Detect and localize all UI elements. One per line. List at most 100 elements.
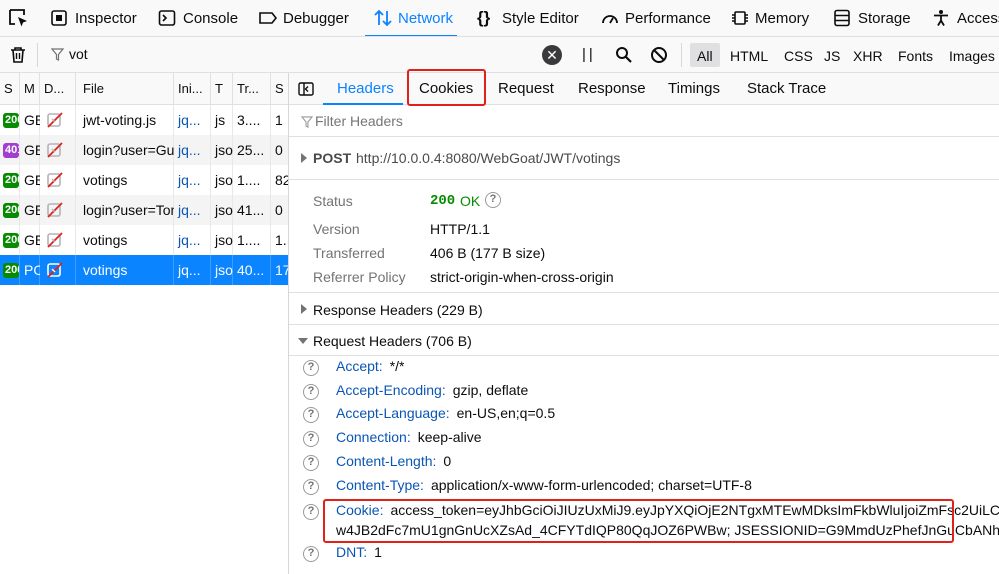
tab-request[interactable]: Request	[498, 73, 554, 105]
filter-headers-bar	[289, 105, 999, 137]
cell-divider	[75, 195, 76, 225]
network-icon	[373, 9, 392, 27]
request-row[interactable]: 401 GET login?user=Guestjq... json25... 0	[0, 135, 288, 165]
type-filter-css[interactable]: CSS	[784, 48, 813, 64]
request-initiator: jq...	[178, 112, 201, 128]
tab-label: Console	[183, 9, 239, 27]
tab-label: Debugger	[283, 9, 349, 27]
type-filter-images[interactable]: Images	[949, 48, 995, 64]
column-header-type[interactable]: T	[211, 73, 233, 105]
tab-network[interactable]: Network	[364, 0, 458, 36]
header-name: Accept-Language:	[336, 405, 450, 421]
filter-url-input[interactable]: vot	[69, 46, 88, 62]
network-filter-bar: vot ✕ || All HTML CSS JS XHR Fonts Image…	[0, 37, 999, 73]
type-filter-fonts[interactable]: Fonts	[898, 48, 933, 64]
status-badge: 200	[3, 263, 19, 278]
request-headers-section[interactable]: Request Headers (706 B)	[289, 325, 999, 356]
request-row[interactable]: 200 GET votings jq... json1.... 82	[0, 165, 288, 195]
request-file: votings	[83, 172, 128, 188]
summary-value-version: HTTP/1.1	[430, 221, 490, 237]
request-url-row: POST http://10.0.0.4:8080/WebGoat/JWT/vo…	[289, 137, 999, 179]
clear-filter-icon[interactable]: ✕	[542, 45, 562, 65]
tab-headers[interactable]: Headers	[337, 73, 394, 105]
detail-tabs-bar: Headers Cookies Request Response Timings…	[289, 69, 999, 106]
request-transferred: 40...	[237, 262, 265, 278]
tab-debugger[interactable]: Debugger	[258, 0, 349, 36]
filter-headers-input[interactable]	[315, 111, 715, 131]
expand-arrow-icon[interactable]	[301, 304, 307, 314]
element-picker-icon[interactable]	[6, 6, 32, 32]
request-header-row: Content-Length: 0	[336, 453, 999, 469]
trash-icon[interactable]	[9, 46, 27, 69]
type-filter-all[interactable]: All	[697, 48, 713, 64]
header-value: gzip, deflate	[452, 382, 529, 398]
column-header-status[interactable]: S	[0, 73, 20, 105]
tracking-protection-icon	[46, 141, 66, 162]
toggle-sidebar-icon[interactable]	[298, 82, 314, 101]
request-row[interactable]: 200 GET login?user=Tomjq... json41... 0	[0, 195, 288, 225]
column-header-initiator[interactable]: Ini...	[174, 73, 211, 105]
tab-accessibility[interactable]: Accessibility	[932, 0, 999, 36]
tab-inspector[interactable]: Inspector	[50, 0, 137, 36]
style-editor-icon: {}	[477, 8, 491, 27]
type-filter-xhr[interactable]: XHR	[853, 48, 883, 64]
header-help-icon[interactable]: ?	[303, 431, 319, 447]
request-type: json	[215, 172, 233, 188]
request-method: GET	[24, 172, 40, 188]
header-help-icon[interactable]: ?	[303, 384, 319, 400]
tab-label: Performance	[625, 9, 711, 27]
request-size: 0	[275, 202, 283, 218]
status-text: OK	[460, 193, 481, 209]
column-header-size[interactable]: S	[271, 73, 288, 105]
type-filter-js[interactable]: JS	[824, 48, 840, 64]
storage-icon	[833, 9, 851, 27]
search-icon[interactable]	[615, 46, 633, 69]
request-file: login?user=Guest	[83, 142, 174, 158]
header-help-icon[interactable]: ?	[303, 504, 319, 520]
request-method: POST	[24, 262, 40, 278]
tab-style-editor[interactable]: {} Style Editor	[477, 0, 579, 36]
tab-cookies[interactable]: Cookies	[419, 73, 473, 105]
header-value: keep-alive	[417, 429, 482, 445]
column-header-file[interactable]: File	[76, 73, 174, 105]
summary-value-referrer-policy: strict-origin-when-cross-origin	[430, 269, 614, 285]
request-row[interactable]: 200 GET jwt-voting.js jq... js 3.... 1	[0, 105, 288, 135]
request-row[interactable]: 200 POST votings jq... json40... 17	[0, 255, 288, 285]
tab-performance[interactable]: Performance	[600, 0, 711, 36]
header-help-icon[interactable]: ?	[303, 546, 319, 562]
summary-label-referrer-policy: Referrer Policy	[313, 269, 406, 285]
request-type: json	[215, 202, 233, 218]
request-method: GET	[24, 232, 40, 248]
tab-console[interactable]: Console	[158, 0, 238, 36]
type-filter-html[interactable]: HTML	[730, 48, 768, 64]
column-header-transferred[interactable]: Tr...	[233, 73, 271, 105]
block-icon[interactable]	[650, 46, 668, 69]
header-help-icon[interactable]: ?	[303, 360, 319, 376]
memory-icon	[730, 9, 748, 27]
cell-divider	[75, 255, 76, 285]
column-header-method[interactable]: M	[20, 73, 40, 105]
tab-stack-trace[interactable]: Stack Trace	[747, 73, 826, 105]
column-header-domain[interactable]: D...	[40, 73, 76, 105]
header-help-icon[interactable]: ?	[303, 479, 319, 495]
tab-timings[interactable]: Timings	[668, 73, 720, 105]
header-name: Accept-Encoding:	[336, 382, 446, 398]
request-transferred: 41...	[237, 202, 265, 218]
tab-memory[interactable]: Memory	[730, 0, 809, 36]
request-row[interactable]: 200 GET votings jq... json1.... 1.	[0, 225, 288, 255]
tab-response[interactable]: Response	[578, 73, 646, 105]
header-help-icon[interactable]: ?	[303, 455, 319, 471]
status-badge: 401	[3, 143, 19, 158]
pause-icon[interactable]: ||	[582, 46, 596, 63]
request-type: json	[215, 232, 233, 248]
status-code: 200	[430, 193, 456, 209]
expand-arrow-icon[interactable]	[301, 153, 307, 163]
tracking-protection-icon	[46, 201, 66, 222]
tab-storage[interactable]: Storage	[833, 0, 911, 36]
requests-table-header: S M D... File Ini... T Tr... S	[0, 73, 288, 105]
help-icon[interactable]: ?	[485, 192, 501, 208]
request-method: POST	[313, 150, 352, 166]
header-help-icon[interactable]: ?	[303, 407, 319, 423]
collapse-arrow-icon[interactable]	[298, 338, 308, 344]
response-headers-section[interactable]: Response Headers (229 B)	[289, 294, 999, 325]
